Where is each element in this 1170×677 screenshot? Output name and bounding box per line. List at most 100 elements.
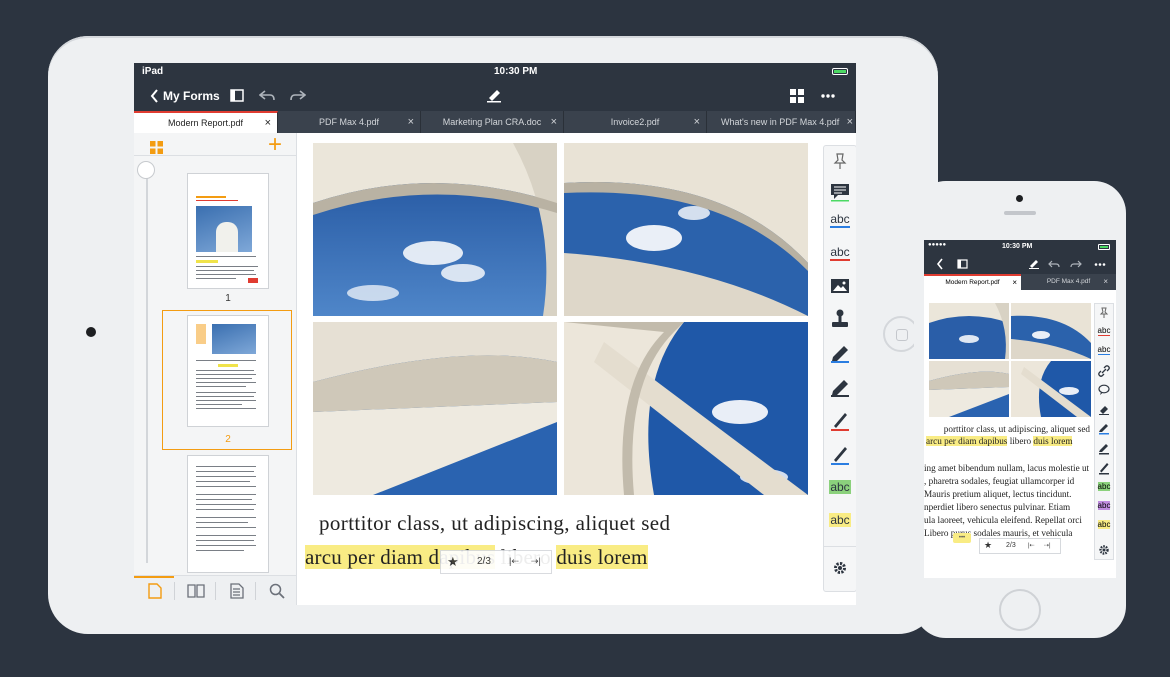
annotate-pen-icon[interactable] bbox=[1028, 258, 1040, 269]
outline-list-icon[interactable] bbox=[230, 583, 244, 599]
tab-whats-new[interactable]: What's new in PDF Max 4.pdf × bbox=[707, 111, 856, 133]
eraser-icon[interactable] bbox=[1098, 403, 1110, 415]
page-navigator: ★ 2/3 |⇠ ⇢| bbox=[440, 550, 552, 574]
tab-marketing-plan[interactable]: Marketing Plan CRA.doc × bbox=[421, 111, 564, 133]
bookmark-star-icon[interactable]: ★ bbox=[984, 540, 992, 551]
highlighted-text[interactable]: arcu per diam dapibus bbox=[926, 436, 1008, 446]
stamp-icon[interactable] bbox=[824, 308, 856, 330]
text-highlight-yellow-icon[interactable]: abc bbox=[1095, 520, 1113, 529]
iphone-speaker bbox=[1004, 211, 1036, 215]
close-icon[interactable]: × bbox=[265, 113, 271, 133]
close-icon[interactable]: × bbox=[1103, 274, 1108, 290]
status-time: 10:30 PM bbox=[1002, 243, 1033, 250]
undo-icon[interactable] bbox=[1048, 260, 1060, 268]
pin-icon[interactable] bbox=[824, 152, 856, 170]
battery-icon bbox=[832, 68, 848, 75]
sidebar-bottom-bar bbox=[134, 575, 296, 605]
pen-red-icon[interactable] bbox=[824, 410, 856, 432]
pen-blue-icon[interactable] bbox=[824, 444, 856, 466]
text-highlight-green-icon[interactable]: abc bbox=[824, 480, 856, 494]
document-text-line: Mauris pretium aliquet, lectus tincidunt… bbox=[924, 489, 1072, 499]
sidebar-toggle-icon[interactable] bbox=[230, 89, 244, 102]
highlighter-dark-icon[interactable] bbox=[1098, 442, 1110, 455]
architecture-photo bbox=[929, 303, 1009, 359]
comment-icon[interactable] bbox=[824, 182, 856, 202]
page-icon[interactable] bbox=[148, 583, 162, 599]
close-icon[interactable]: × bbox=[694, 111, 700, 133]
document-text-line: ing amet bibendum nullam, lacus molestie… bbox=[924, 463, 1090, 473]
close-icon[interactable]: × bbox=[1012, 276, 1017, 289]
text-underline-icon[interactable]: abc bbox=[824, 212, 856, 228]
text-highlight-green-icon[interactable]: abc bbox=[1095, 482, 1113, 491]
last-page-icon[interactable]: ⇢| bbox=[1044, 542, 1051, 549]
note-annotation-icon[interactable]: ••• bbox=[953, 533, 971, 543]
book-icon[interactable] bbox=[187, 584, 205, 598]
speech-bubble-icon[interactable] bbox=[1098, 384, 1110, 396]
page-thumbnail[interactable] bbox=[187, 173, 269, 289]
annotate-pen-icon[interactable] bbox=[486, 88, 502, 103]
image-icon[interactable] bbox=[824, 276, 856, 296]
active-indicator bbox=[134, 576, 174, 578]
document-view[interactable]: porttitor class, ut adipiscing, aliquet … bbox=[297, 133, 821, 605]
tab-modern-report[interactable]: Modern Report.pdf × bbox=[924, 274, 1021, 290]
text-underline-icon[interactable]: abc bbox=[1095, 345, 1113, 355]
back-label: My Forms bbox=[163, 89, 220, 103]
document-text-line: ula laoreet, vehicula eleifend. Repellat… bbox=[924, 515, 1082, 525]
architecture-photo bbox=[929, 361, 1009, 417]
tab-label: Invoice2.pdf bbox=[610, 117, 660, 127]
settings-gear-icon[interactable] bbox=[1098, 544, 1110, 556]
iphone-home-button[interactable] bbox=[999, 589, 1041, 631]
chevron-left-icon[interactable] bbox=[936, 258, 943, 270]
page-thumbnail-selected[interactable] bbox=[187, 315, 269, 427]
sidebar-toggle-icon[interactable] bbox=[957, 259, 968, 269]
top-toolbar bbox=[924, 254, 1116, 274]
tab-label: What's new in PDF Max 4.pdf bbox=[721, 117, 840, 127]
highlighter-dark-icon[interactable] bbox=[824, 376, 856, 398]
status-bar: ●●●●● 10:30 PM bbox=[924, 240, 1116, 254]
close-icon[interactable]: × bbox=[551, 111, 557, 133]
close-icon[interactable]: × bbox=[847, 111, 853, 133]
tab-pdf-max-4[interactable]: PDF Max 4.pdf × bbox=[1021, 274, 1116, 290]
tab-pdf-max-4[interactable]: PDF Max 4.pdf × bbox=[278, 111, 421, 133]
highlighted-text[interactable]: duis lorem bbox=[556, 545, 648, 569]
text-strikethrough-icon[interactable]: abc bbox=[824, 245, 856, 261]
text-highlight-yellow-icon[interactable]: abc bbox=[824, 513, 856, 527]
first-page-icon[interactable]: |⇠ bbox=[509, 556, 519, 567]
bookmark-star-icon[interactable]: ★ bbox=[447, 554, 459, 570]
document-text-line: arcu per diam dapibus libero duis lorem bbox=[926, 436, 1073, 446]
tab-modern-report[interactable]: Modern Report.pdf × bbox=[134, 111, 278, 133]
text-strikethrough-icon[interactable]: abc bbox=[1095, 326, 1113, 336]
more-options-icon[interactable] bbox=[821, 94, 835, 98]
redo-icon[interactable] bbox=[1070, 260, 1082, 268]
pen-dark-icon[interactable] bbox=[1098, 462, 1110, 475]
architecture-photo bbox=[313, 143, 557, 316]
document-text-line: porttitor class, ut adipiscing, aliquet … bbox=[319, 511, 671, 535]
search-icon[interactable] bbox=[269, 583, 285, 599]
pin-icon[interactable] bbox=[1097, 307, 1111, 319]
highlighted-text[interactable]: duis lorem bbox=[1033, 436, 1073, 446]
undo-icon[interactable] bbox=[259, 90, 275, 101]
grid-view-icon[interactable] bbox=[790, 89, 804, 103]
first-page-icon[interactable]: |⇠ bbox=[1028, 542, 1035, 549]
last-page-icon[interactable]: ⇢| bbox=[531, 556, 541, 567]
architecture-photo bbox=[1011, 303, 1091, 359]
highlighter-blue-icon[interactable] bbox=[824, 342, 856, 364]
scroll-track bbox=[146, 163, 148, 563]
architecture-photo bbox=[1011, 361, 1091, 417]
chevron-left-icon bbox=[150, 89, 158, 103]
iphone-camera bbox=[1016, 195, 1023, 202]
scroll-handle[interactable] bbox=[137, 161, 155, 179]
settings-gear-icon[interactable] bbox=[824, 560, 856, 576]
more-options-icon[interactable] bbox=[1094, 263, 1106, 266]
page-thumbnail[interactable] bbox=[187, 455, 269, 573]
architecture-photo bbox=[564, 143, 808, 316]
redo-icon[interactable] bbox=[290, 90, 306, 101]
tab-invoice2[interactable]: Invoice2.pdf × bbox=[564, 111, 707, 133]
ipad-camera bbox=[86, 327, 96, 337]
link-icon[interactable] bbox=[1098, 365, 1110, 377]
thumbnail-grid-icon[interactable] bbox=[150, 141, 163, 154]
close-icon[interactable]: × bbox=[408, 111, 414, 133]
highlighter-blue-icon[interactable] bbox=[1098, 422, 1110, 435]
document-tabs: Modern Report.pdf × PDF Max 4.pdf × Mark… bbox=[134, 111, 856, 133]
text-highlight-purple-icon[interactable]: abc bbox=[1095, 501, 1113, 510]
